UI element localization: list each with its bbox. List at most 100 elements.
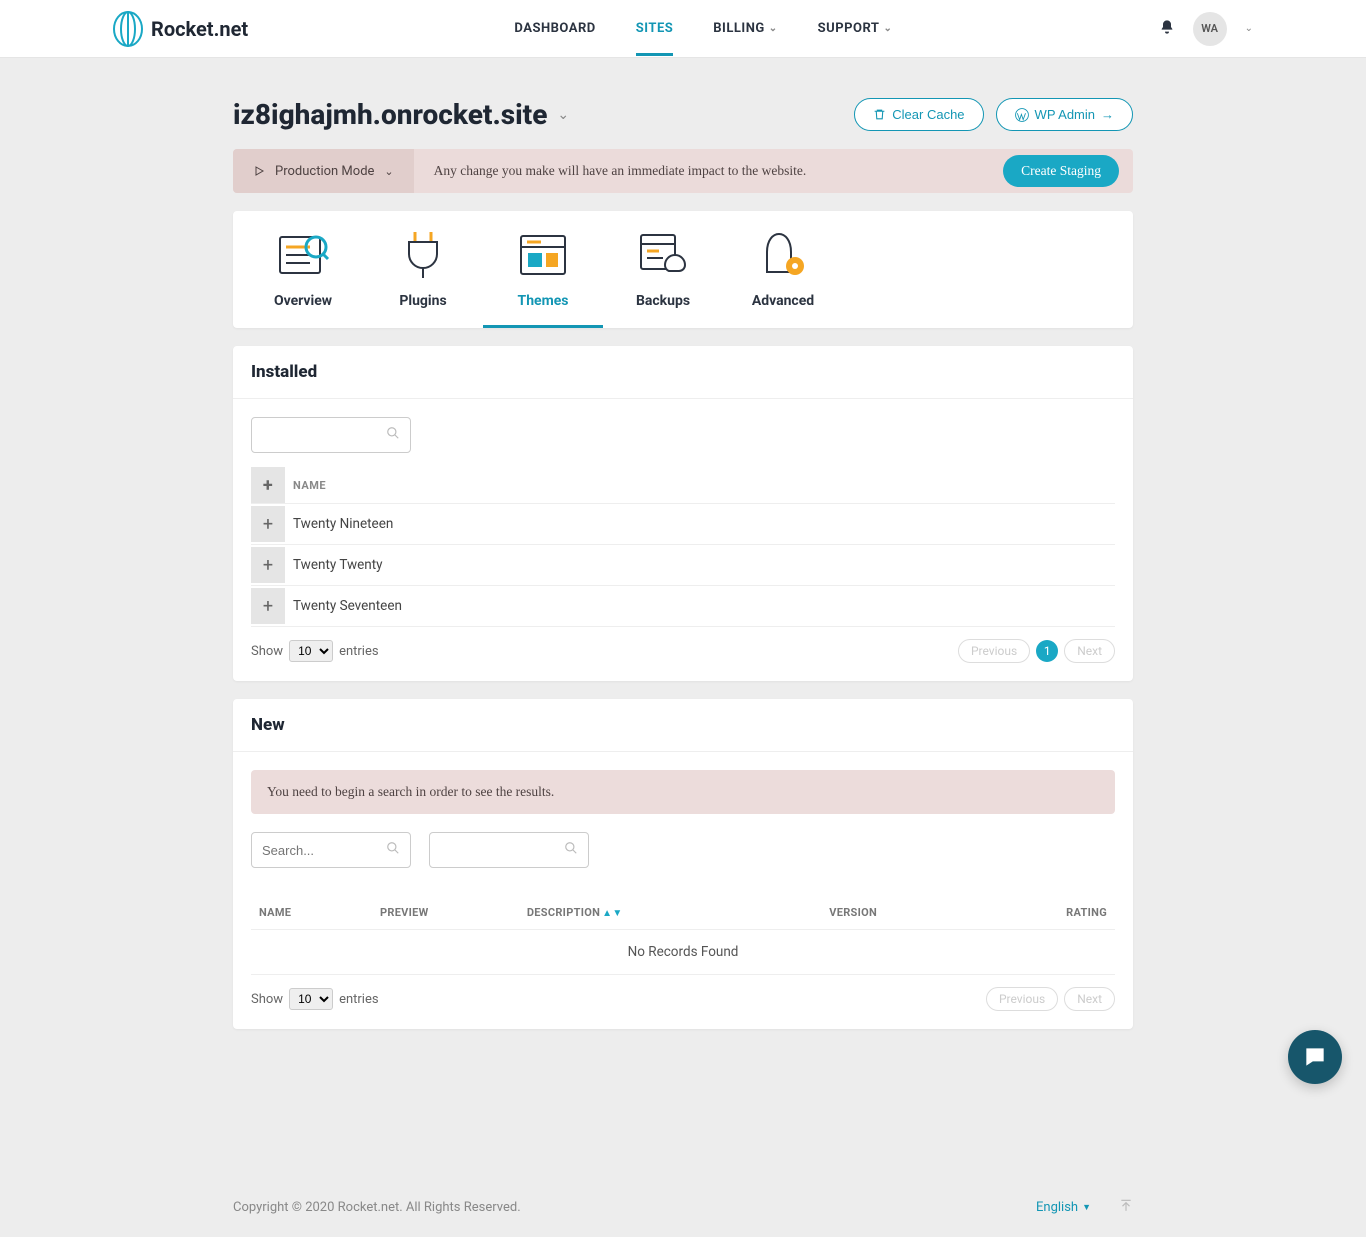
arrow-right-icon: → [1101,107,1114,122]
theme-name: Twenty Seventeen [285,586,1115,627]
show-entries: Show 10 entries [251,640,379,662]
table-row: + Twenty Nineteen [251,504,1115,545]
site-tabs: Overview Plugins Themes Backups Advanced [233,211,1133,328]
new-panel: New You need to begin a search in order … [233,699,1133,1029]
page-title: iz8ighajmh.onrocket.site [233,98,547,131]
nav-sites[interactable]: SITES [636,1,674,56]
nav-billing[interactable]: BILLING ⌄ [713,1,777,56]
new-table: NAME PREVIEW DESCRIPTION▲▼ VERSION RATIN… [251,896,1115,975]
entries-select[interactable]: 10 [289,988,333,1010]
chevron-down-icon: ⌄ [769,23,778,34]
mode-message: Any change you make will have an immedia… [414,163,1004,179]
search-icon [386,426,400,444]
col-name[interactable]: NAME [251,896,372,930]
tab-overview-label: Overview [274,293,332,309]
col-name: NAME [285,467,1115,504]
chevron-down-icon: ⌄ [883,23,892,34]
wordpress-icon [1015,108,1029,122]
backups-icon [635,231,691,279]
tab-advanced[interactable]: Advanced [723,231,843,328]
tab-themes[interactable]: Themes [483,231,603,328]
search-icon [564,841,578,859]
entries-label: entries [339,992,379,1007]
footer: Copyright © 2020 Rocket.net. All Rights … [233,1177,1133,1237]
mode-dropdown[interactable]: Production Mode ⌄ [233,149,414,193]
trash-icon [873,108,886,121]
expand-all-button[interactable]: + [251,467,285,503]
themes-icon [515,231,571,279]
plugins-icon [395,231,451,279]
create-staging-button[interactable]: Create Staging [1003,155,1119,187]
caret-down-icon: ▼ [1082,1202,1091,1213]
tab-plugins[interactable]: Plugins [363,231,483,328]
overview-icon [275,231,331,279]
theme-name: Twenty Twenty [285,545,1115,586]
wp-admin-button[interactable]: WP Admin → [996,98,1133,131]
tab-advanced-label: Advanced [752,293,814,309]
new-search-input-2[interactable] [440,843,564,858]
topbar: Rocket.net DASHBOARD SITES BILLING ⌄ SUP… [0,0,1366,58]
chat-icon [1302,1044,1328,1070]
col-description[interactable]: DESCRIPTION▲▼ [519,896,821,930]
logo-text: Rocket.net [151,17,248,41]
col-preview[interactable]: PREVIEW [372,896,519,930]
tab-backups-label: Backups [636,293,690,309]
mode-label: Production Mode [275,164,374,179]
col-version[interactable]: VERSION [821,896,977,930]
tab-themes-label: Themes [518,293,569,309]
nav-support-label: SUPPORT [818,21,880,36]
clear-cache-button[interactable]: Clear Cache [854,98,983,131]
nav-dashboard[interactable]: DASHBOARD [514,1,595,56]
copyright: Copyright © 2020 Rocket.net. All Rights … [233,1200,521,1215]
installed-table: + NAME + Twenty Nineteen + Twenty Twenty… [251,467,1115,627]
entries-label: entries [339,644,379,659]
col-rating[interactable]: RATING [977,896,1115,930]
expand-row-button[interactable]: + [251,547,285,583]
previous-button[interactable]: Previous [958,639,1030,663]
theme-name: Twenty Nineteen [285,504,1115,545]
next-button[interactable]: Next [1064,639,1115,663]
scroll-to-top-button[interactable] [1119,1197,1133,1217]
installed-title: Installed [251,362,1115,382]
nav-billing-label: BILLING [713,21,765,36]
rocket-logo-icon [113,11,143,47]
expand-row-button[interactable]: + [251,506,285,542]
tab-overview[interactable]: Overview [243,231,363,328]
new-search-2[interactable] [429,832,589,868]
search-notice: You need to begin a search in order to s… [251,770,1115,814]
language-selector[interactable]: English ▼ [1036,1200,1091,1215]
installed-search-input[interactable] [262,428,386,443]
chevron-down-icon: ⌄ [384,165,393,178]
chevron-down-icon[interactable]: ⌄ [1245,23,1253,34]
chat-widget-button[interactable] [1288,1030,1342,1084]
user-avatar[interactable]: WA [1193,12,1227,46]
site-selector[interactable]: iz8ighajmh.onrocket.site ⌄ [233,98,569,131]
nav-support[interactable]: SUPPORT ⌄ [818,1,893,56]
table-row: + Twenty Seventeen [251,586,1115,627]
sort-icon: ▲▼ [602,908,622,919]
tab-plugins-label: Plugins [399,293,446,309]
new-pagination: Previous Next [986,987,1115,1011]
show-entries: Show 10 entries [251,988,379,1010]
clear-cache-label: Clear Cache [892,107,964,122]
previous-button[interactable]: Previous [986,987,1058,1011]
empty-message: No Records Found [251,930,1115,975]
show-label: Show [251,644,283,659]
installed-search[interactable] [251,417,411,453]
notifications-bell-icon[interactable] [1159,19,1175,39]
installed-pagination: Previous 1 Next [958,639,1115,663]
table-row: + Twenty Twenty [251,545,1115,586]
expand-row-button[interactable]: + [251,588,285,624]
language-label: English [1036,1200,1078,1215]
logo[interactable]: Rocket.net [113,11,248,47]
new-search-input-1[interactable] [262,843,386,858]
new-search-1[interactable] [251,832,411,868]
chevron-down-icon: ⌄ [557,107,569,123]
entries-select[interactable]: 10 [289,640,333,662]
page-number[interactable]: 1 [1036,640,1058,662]
show-label: Show [251,992,283,1007]
tab-backups[interactable]: Backups [603,231,723,328]
installed-panel: Installed + NAME + Twenty Ni [233,346,1133,681]
wp-admin-label: WP Admin [1035,107,1095,122]
next-button[interactable]: Next [1064,987,1115,1011]
